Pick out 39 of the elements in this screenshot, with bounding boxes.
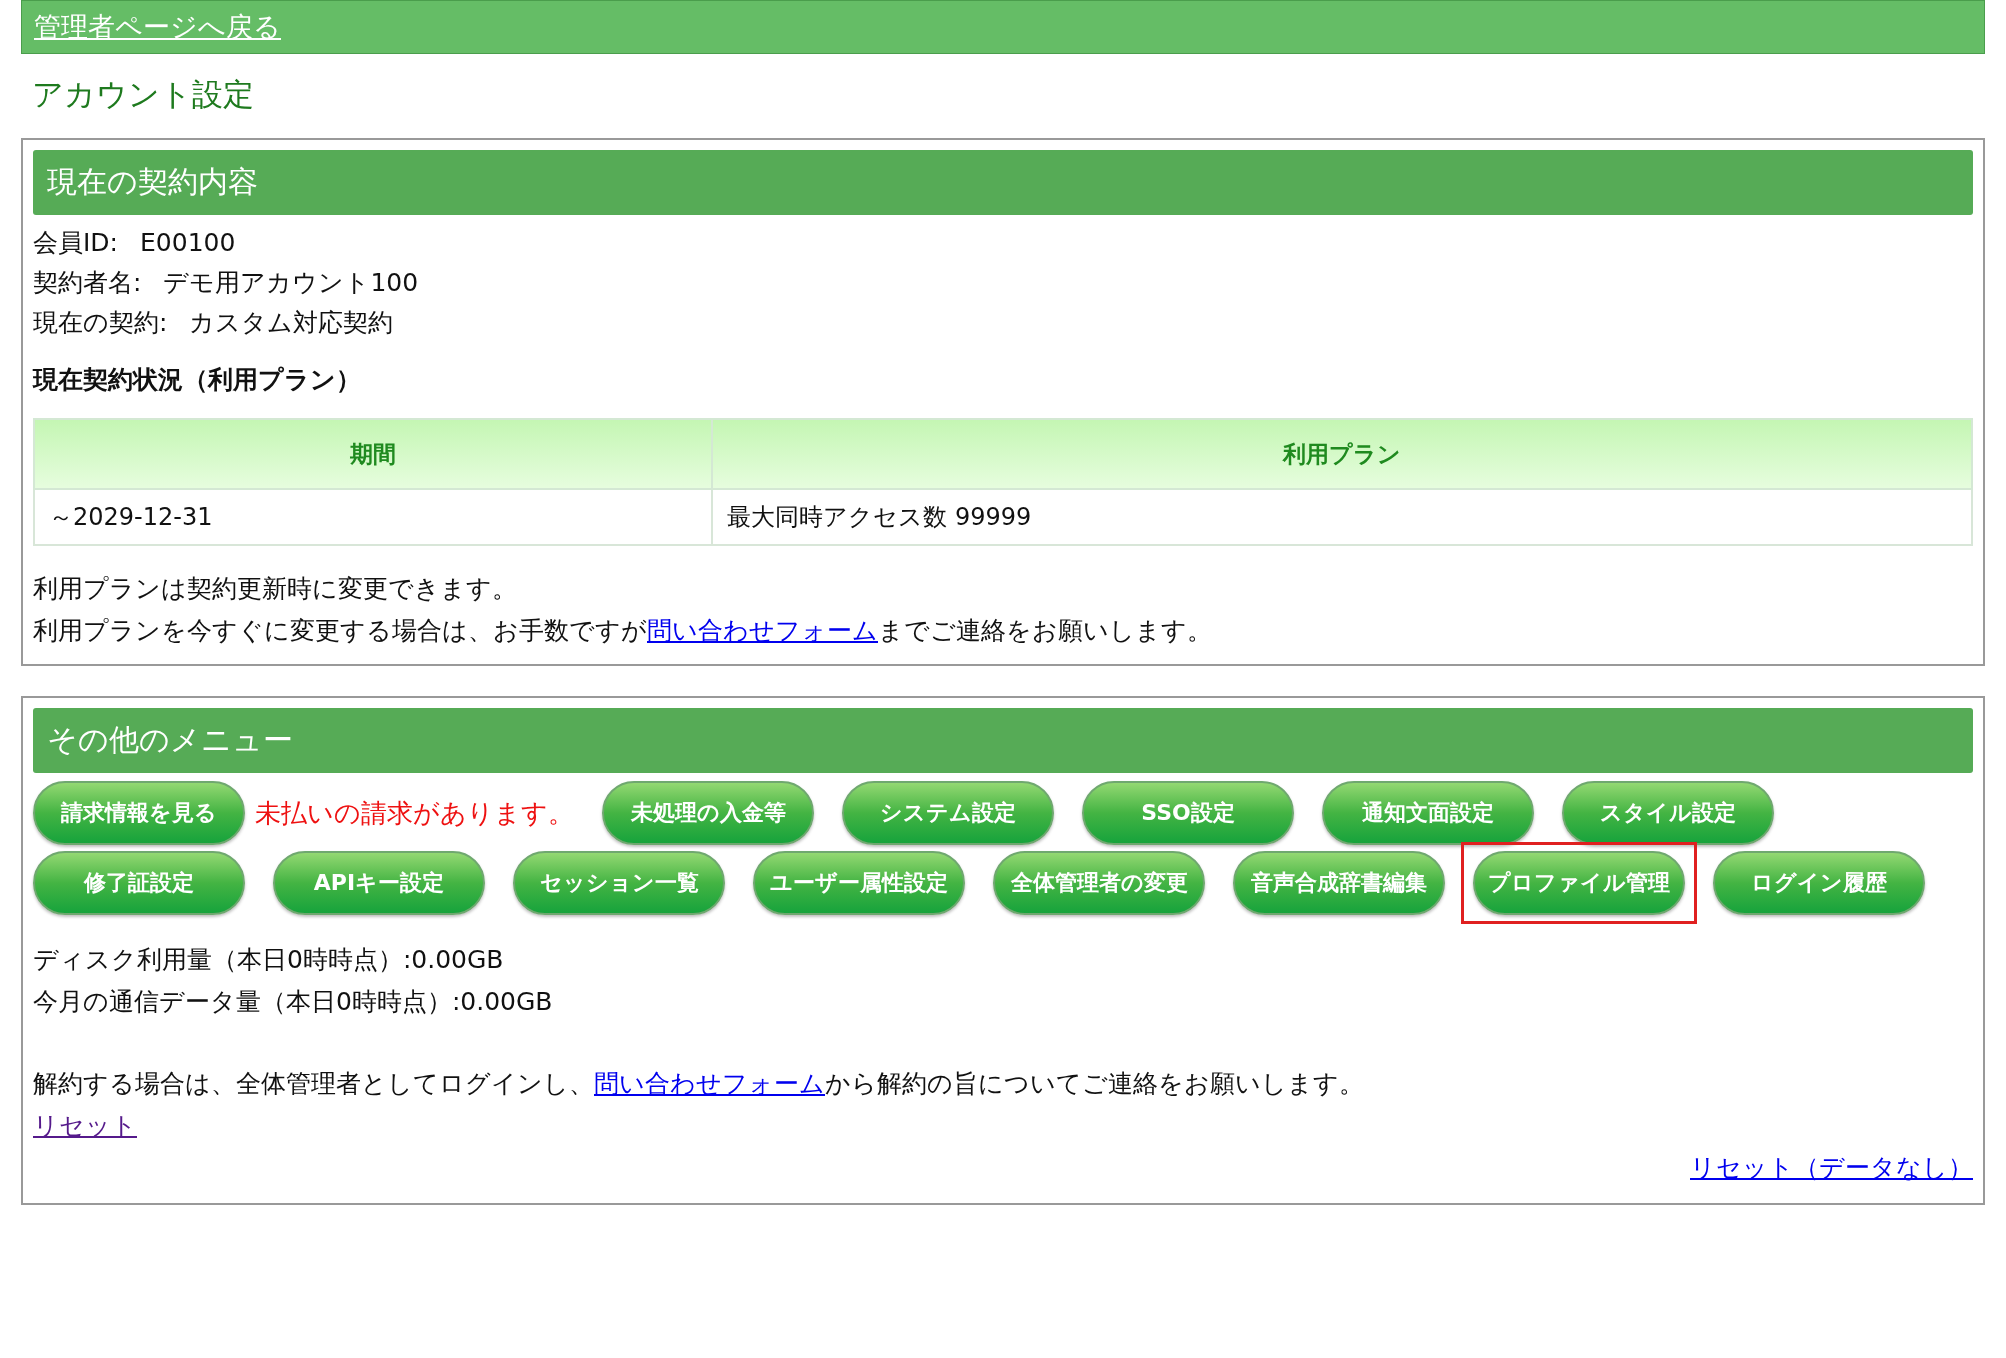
field-label: 現在の契約: (33, 308, 168, 337)
menu-button[interactable]: SSO設定 (1082, 781, 1294, 845)
column-header: 期間 (34, 419, 713, 489)
field-label: 会員ID: (33, 228, 119, 257)
panel-heading: 現在の契約内容 (33, 150, 1973, 215)
menu-button[interactable]: ユーザー属性設定 (753, 851, 965, 915)
menu-button[interactable]: システム設定 (842, 781, 1054, 845)
column-header: 利用プラン (712, 419, 1972, 489)
page-title: アカウント設定 (32, 75, 255, 114)
menu-button[interactable]: 修了証設定 (33, 851, 245, 915)
field-label: 契約者名: (33, 268, 142, 297)
reset-no-data-link[interactable]: リセット（データなし） (1690, 1153, 1973, 1182)
plan-note: 利用プランは契約更新時に変更できます。 (33, 573, 518, 605)
menu-button[interactable]: 全体管理者の変更 (993, 851, 1205, 915)
menu-button[interactable]: 音声合成辞書編集 (1233, 851, 1445, 915)
menu-button[interactable]: 請求情報を見る (33, 781, 245, 845)
plan-change-note: 利用プランを今すぐに変更する場合は、お手数ですが問い合わせフォーム までご連絡をお願いします。 (33, 615, 1213, 647)
usage-text: 今月の通信データ量（本日0時時点）:0.00GB (33, 986, 554, 1018)
menu-button[interactable]: セッション一覧 (513, 851, 725, 915)
menu-button[interactable]: 未処理の入金等 (602, 781, 814, 845)
menu-button[interactable]: スタイル設定 (1562, 781, 1774, 845)
usage-text: ディスク利用量（本日0時時点）:0.00GB (33, 944, 505, 976)
contact-form-link[interactable]: 問い合わせフォーム (594, 1069, 825, 1098)
table-cell: ～2029-12-31 (34, 489, 713, 545)
table-cell: 最大同時アクセス数 99999 (712, 489, 1972, 545)
menu-button[interactable]: ログイン履歴 (1713, 851, 1925, 915)
menu-button[interactable]: 通知文面設定 (1322, 781, 1534, 845)
field-value: E00100 (140, 228, 236, 257)
field-value: デモ用アカウント100 (163, 268, 419, 297)
cancel-note: 解約する場合は、全体管理者としてログインし、問い合わせフォームから解約の旨についてご連絡をお願いします。 (33, 1068, 1365, 1100)
unpaid-notice: 未払いの請求があります。 (255, 796, 574, 830)
status-heading: 現在契約状況（利用プラン） (33, 364, 362, 396)
panel-heading: その他のメニュー (33, 708, 1973, 773)
reset-link[interactable]: リセット (33, 1111, 137, 1140)
back-to-admin-link[interactable]: 管理者ページへ戻る (34, 9, 281, 45)
contact-form-link[interactable]: 問い合わせフォーム (647, 616, 878, 645)
menu-button[interactable]: プロファイル管理 (1473, 851, 1685, 915)
field-value: カスタム対応契約 (189, 308, 394, 337)
menu-button[interactable]: APIキー設定 (273, 851, 485, 915)
